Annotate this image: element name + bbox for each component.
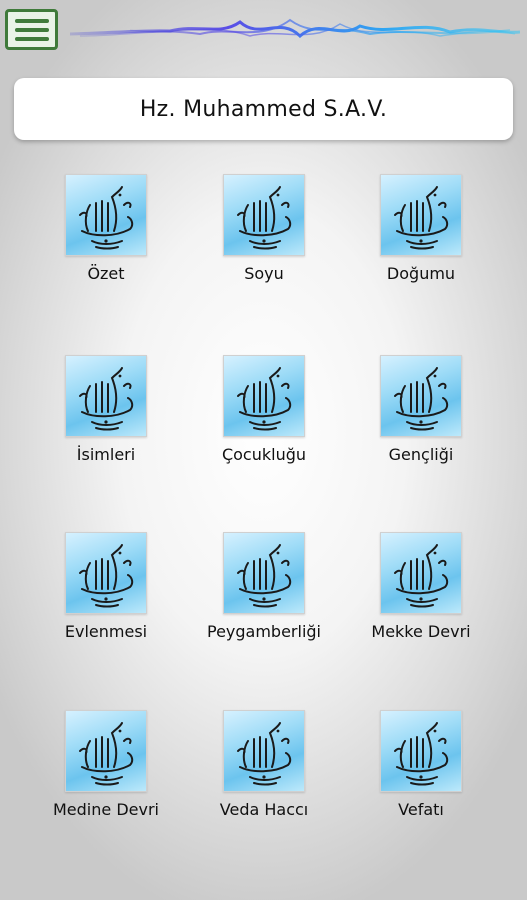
topic-tile[interactable]: Gençliği <box>346 355 496 464</box>
topic-tile[interactable]: Soyu <box>189 174 339 283</box>
topic-tile-label: İsimleri <box>76 445 136 464</box>
topic-tile[interactable]: Peygamberliği <box>189 532 339 641</box>
topic-tile[interactable]: Özet <box>31 174 181 283</box>
topic-tile[interactable]: Doğumu <box>346 174 496 283</box>
topic-tile[interactable]: Veda Haccı <box>189 710 339 819</box>
calligraphy-icon <box>223 710 305 792</box>
topic-tile-label: Özet <box>87 264 125 283</box>
calligraphy-icon <box>380 355 462 437</box>
topic-tile[interactable]: Evlenmesi <box>31 532 181 641</box>
topic-tile[interactable]: Medine Devri <box>31 710 181 819</box>
topic-tile-label: Soyu <box>244 264 284 283</box>
sound-wave-decoration <box>70 18 520 39</box>
topic-tile-label: Gençliği <box>388 445 454 464</box>
topic-tile[interactable]: Vefatı <box>346 710 496 819</box>
calligraphy-icon <box>223 355 305 437</box>
calligraphy-icon <box>223 532 305 614</box>
topic-tile-label: Mekke Devri <box>371 622 471 641</box>
calligraphy-icon <box>380 710 462 792</box>
topic-tile-label: Medine Devri <box>53 800 159 819</box>
calligraphy-icon <box>380 532 462 614</box>
calligraphy-icon <box>65 355 147 437</box>
page-title: Hz. Muhammed S.A.V. <box>139 96 388 122</box>
hamburger-menu-icon <box>14 18 49 23</box>
calligraphy-icon <box>65 174 147 256</box>
page-title-card: Hz. Muhammed S.A.V. <box>14 78 513 140</box>
menu-button[interactable] <box>5 9 58 50</box>
topic-tile-label: Veda Haccı <box>219 800 309 819</box>
topic-tile[interactable]: Çocukluğu <box>189 355 339 464</box>
calligraphy-icon <box>65 710 147 792</box>
calligraphy-icon <box>65 532 147 614</box>
topic-tile-label: Peygamberliği <box>206 622 321 641</box>
top-bar <box>0 0 527 62</box>
topic-tile-label: Evlenmesi <box>64 622 148 641</box>
topic-tile-label: Doğumu <box>386 264 456 283</box>
topic-tile-label: Çocukluğu <box>221 445 307 464</box>
calligraphy-icon <box>223 174 305 256</box>
calligraphy-icon <box>380 174 462 256</box>
topic-tile[interactable]: Mekke Devri <box>346 532 496 641</box>
topic-tile-label: Vefatı <box>398 800 444 819</box>
topic-tile[interactable]: İsimleri <box>31 355 181 464</box>
